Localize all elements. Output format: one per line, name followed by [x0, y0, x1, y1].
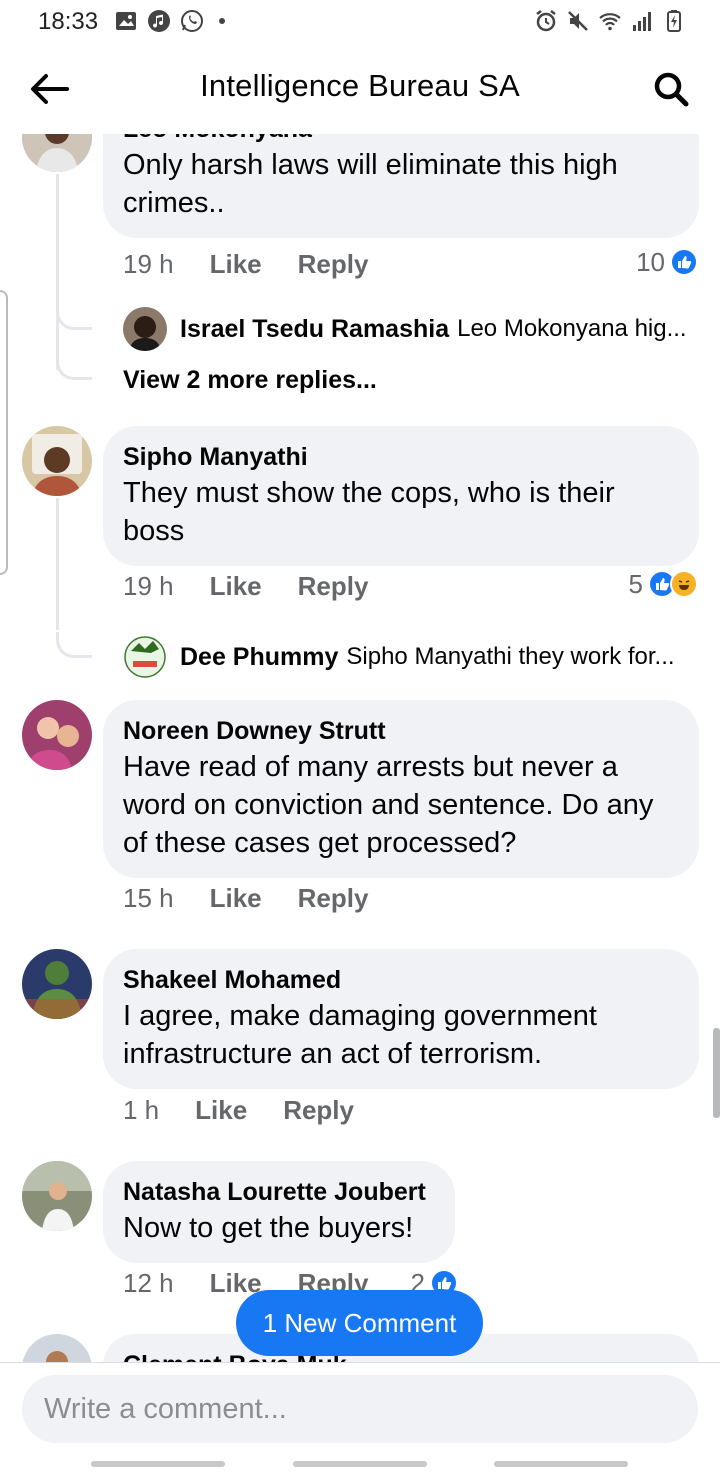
comment-actions: 1 h Like Reply [123, 1092, 354, 1128]
comment-time[interactable]: 19 h [123, 571, 174, 602]
avatar[interactable] [123, 307, 167, 351]
new-comment-pill[interactable]: 1 New Comment [236, 1290, 483, 1356]
avatar[interactable] [22, 1161, 92, 1231]
like-reaction-icon [670, 248, 698, 276]
reply-preview[interactable]: Dee Phummy Sipho Manyathi they work for.… [123, 634, 675, 680]
gesture-nav-bar [0, 1454, 720, 1480]
page-title: Intelligence Bureau SA [200, 68, 520, 103]
reply-snippet: Leo Mokonyana hig... [457, 315, 687, 342]
reaction-summary[interactable]: 5 [629, 566, 698, 602]
scrollbar-thumb[interactable] [713, 1028, 720, 1118]
app-header: Intelligence Bureau SA [0, 44, 720, 134]
comment-time[interactable]: 1 h [123, 1095, 159, 1126]
reply-button[interactable]: Reply [283, 1095, 354, 1126]
whatsapp-icon [181, 10, 203, 32]
avatar[interactable] [22, 134, 92, 172]
comment-composer [0, 1362, 720, 1480]
avatar[interactable] [22, 426, 92, 496]
nav-recent-hint[interactable] [91, 1461, 225, 1467]
comment-author[interactable]: Shakeel Mohamed [123, 963, 677, 997]
comment-text: I agree, make damaging government infras… [123, 1000, 597, 1070]
music-icon [148, 10, 170, 32]
nav-back-hint[interactable] [494, 1461, 628, 1467]
avatar[interactable] [22, 949, 92, 1019]
reply-button[interactable]: Reply [298, 249, 369, 280]
more-notifications-dot [219, 18, 225, 24]
mute-icon [568, 11, 588, 31]
reply-author[interactable]: Israel Tsedu Ramashia [180, 315, 449, 344]
like-button[interactable]: Like [210, 883, 262, 914]
reply-snippet: Sipho Manyathi they work for... [346, 643, 675, 670]
comment-text: Have read of many arrests but never a wo… [123, 751, 654, 859]
comment-bubble[interactable]: Shakeel Mohamed I agree, make damaging g… [103, 949, 699, 1089]
comment-time[interactable]: 12 h [123, 1268, 174, 1299]
comment-author[interactable]: Natasha Lourette Joubert [123, 1175, 433, 1209]
comment-bubble[interactable]: Noreen Downey Strutt Have read of many a… [103, 700, 699, 878]
reaction-summary[interactable]: 10 [636, 244, 698, 280]
wifi-icon [599, 13, 621, 31]
view-more-replies[interactable]: View 2 more replies... [123, 366, 377, 395]
avatar[interactable] [22, 700, 92, 770]
search-button[interactable] [650, 66, 692, 112]
nav-home-hint[interactable] [293, 1461, 427, 1467]
comment-bubble[interactable]: Sipho Manyathi They must show the cops, … [103, 426, 699, 566]
comment-author[interactable]: Leo Mokonyana [123, 134, 677, 146]
comment-actions: 15 h Like Reply [123, 880, 368, 916]
status-time: 18:33 [38, 8, 99, 35]
comment-text: Now to get the buyers! [123, 1212, 414, 1244]
reply-author[interactable]: Dee Phummy [180, 643, 338, 672]
like-button[interactable]: Like [195, 1095, 247, 1126]
comment-time[interactable]: 15 h [123, 883, 174, 914]
reaction-count: 10 [636, 246, 665, 277]
comment-bubble[interactable]: Natasha Lourette Joubert Now to get the … [103, 1161, 455, 1263]
comment-author[interactable]: Noreen Downey Strutt [123, 714, 677, 748]
avatar[interactable] [123, 635, 167, 679]
signal-icon [633, 12, 651, 31]
alarm-icon [536, 10, 556, 32]
comments-list: Leo Mokonyana Only harsh laws will elimi… [0, 134, 720, 1362]
haha-reaction-icon [670, 570, 698, 598]
comment-actions: 19 h Like Reply [123, 246, 368, 282]
comment-bubble[interactable]: Leo Mokonyana Only harsh laws will elimi… [103, 134, 699, 238]
reaction-count: 5 [628, 568, 643, 599]
status-bar: 18:33 [0, 0, 720, 44]
comment-input[interactable] [22, 1375, 698, 1443]
comment-author[interactable]: Sipho Manyathi [123, 440, 677, 474]
like-button[interactable]: Like [210, 249, 262, 280]
reply-button[interactable]: Reply [298, 883, 369, 914]
reply-button[interactable]: Reply [298, 571, 369, 602]
comment-text: Only harsh laws will eliminate this high… [123, 149, 618, 219]
comment-time[interactable]: 19 h [123, 249, 174, 280]
gallery-icon [116, 12, 136, 30]
avatar[interactable] [22, 1334, 92, 1362]
like-button[interactable]: Like [210, 571, 262, 602]
battery-charging-icon [667, 10, 681, 32]
comment-actions: 19 h Like Reply [123, 568, 368, 604]
comment-text: They must show the cops, who is their bo… [123, 477, 615, 547]
search-icon [654, 72, 689, 107]
reply-preview[interactable]: Israel Tsedu Ramashia Leo Mokonyana hig.… [123, 306, 687, 352]
